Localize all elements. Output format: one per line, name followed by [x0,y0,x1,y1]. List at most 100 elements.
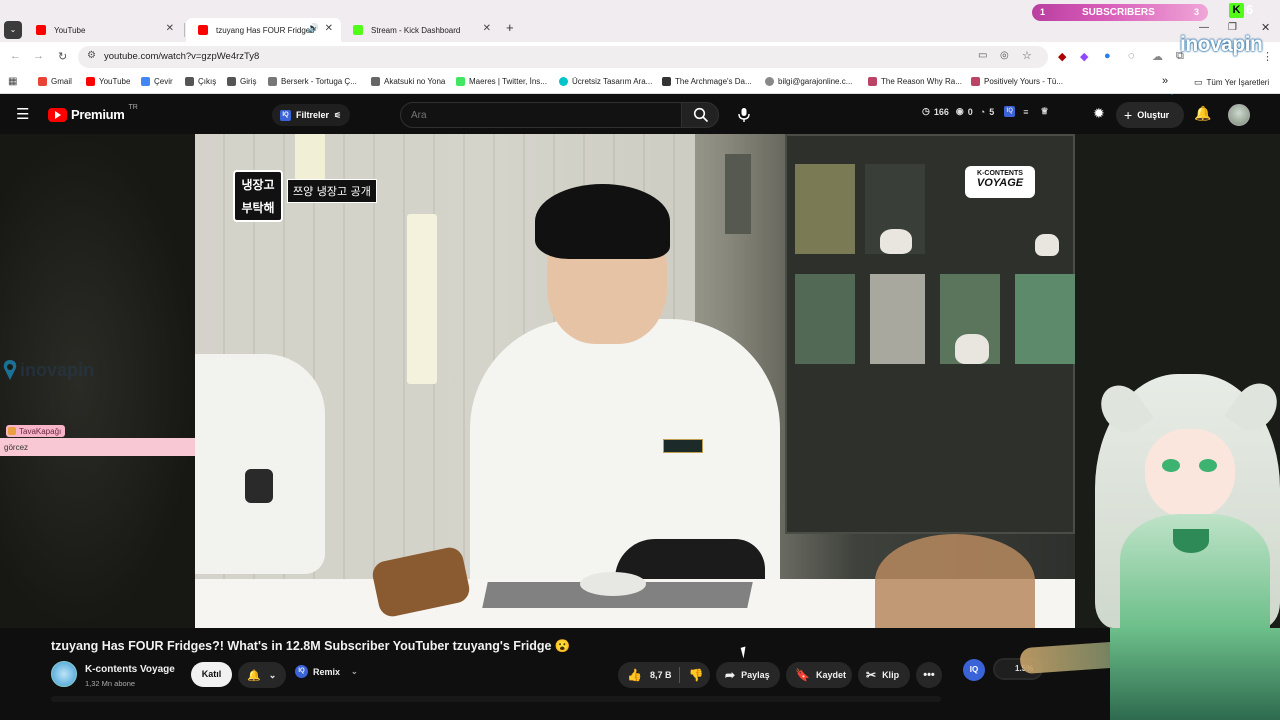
bookmark-label: YouTube [99,77,131,86]
bookmark-icon: 🔖 [795,668,810,682]
menu-icon[interactable]: ⋮ [1262,50,1273,63]
bookmark-reason-why[interactable]: The Reason Why Ra... [868,77,962,86]
gear-icon[interactable]: ✹ [1093,105,1105,122]
list-icon[interactable]: ≡ [1023,107,1028,117]
search-input[interactable] [411,107,671,123]
leaf-icon [371,77,380,86]
avatar[interactable] [1228,104,1250,126]
voice-search-button[interactable] [731,102,757,128]
search-button[interactable] [681,102,719,128]
close-icon[interactable]: ✕ [166,23,174,34]
extension-bulb-icon[interactable]: ◌ [1128,50,1135,62]
bookmark-label: bilgi@garajonline.c... [778,77,853,86]
channel-name[interactable]: K-contents Voyage [85,664,175,675]
window-close-icon[interactable]: ✕ [1261,21,1270,34]
create-button[interactable]: + Oluştur [1116,102,1184,128]
more-actions-button[interactable]: ••• [916,662,942,688]
subscribe-bell-button[interactable]: 🔔 ⌄ [238,662,286,688]
bookmark-maeres[interactable]: Maeres | Twitter, İns... [456,77,547,86]
join-button[interactable]: Katıl [191,662,232,687]
show-logo-line1: 냉장고 [241,178,275,192]
save-button[interactable]: 🔖 Kaydet [786,662,852,688]
books [725,154,751,234]
extension-cloud-icon[interactable]: ☁ [1152,50,1163,63]
clip-button[interactable]: ✂ Klip [858,662,910,688]
speaker-icon[interactable]: 🔊 [308,23,319,34]
tab-youtube[interactable]: YouTube ✕ [24,18,182,42]
notifications-bell-icon[interactable]: 🔔 [1194,105,1211,122]
extension-blue-icon[interactable]: ● [1104,50,1111,62]
bookmark-cevir[interactable]: Çevir [141,77,173,86]
remix-button[interactable]: IQ Remix ⌄ [295,665,358,678]
page-icon [227,77,236,86]
shelf-box [795,274,855,364]
iq-extension-button[interactable]: IQ [963,659,985,681]
bookmark-akatsuki[interactable]: Akatsuki no Yona [371,77,445,86]
video-player[interactable]: 냉장고 부탁해 쯔양 냉장고 공개 K-CONTENTS VOYAGE [195,134,1075,628]
shelf-box [795,164,855,254]
bookmark-positively-yours[interactable]: Positively Yours - Tü... [971,77,1063,86]
bookmarks-overflow[interactable]: » [1162,75,1168,87]
bookmark-giris[interactable]: Giriş [227,77,256,86]
address-bar[interactable]: ⚙ youtube.com/watch?v=gzpWe4rzTy8 ▭ ◎ ☆ [78,46,1048,68]
bookmark-archmage[interactable]: The Archmage's Da... [662,77,752,86]
hamburger-menu-icon[interactable]: ☰ [16,105,29,123]
reload-icon[interactable]: ↻ [58,50,67,63]
youtube-header: ☰ Premium TR IQ Filtreler ⚟ ◷166 ◉0 ◔5 I… [0,96,1280,134]
bookmark-tasarim[interactable]: Ücretsiz Tasarım Ara... [559,77,652,86]
book-icon [662,77,671,86]
inovapin-watermark-text: inovapin [20,359,95,380]
close-icon[interactable]: ✕ [483,23,491,34]
tab-search-button[interactable]: ⌄ [4,21,22,39]
vtuber-necklace [1173,529,1209,553]
filters-button[interactable]: IQ Filtreler ⚟ [272,104,350,126]
bookmark-star-icon[interactable]: ☆ [1022,49,1032,62]
chat-username: TavaKapağı [19,426,62,436]
maximize-icon[interactable]: ❐ [1228,22,1237,33]
like-button[interactable]: 👍 8,7 B [618,668,671,682]
minimize-icon[interactable]: — [1199,22,1209,33]
folder-icon: ▭ [1194,77,1203,87]
share-button[interactable]: ➦ Paylaş [716,662,780,688]
caption-text: 쯔양 냉장고 공개 [293,185,371,198]
blurred-head [875,534,1035,628]
cast-icon[interactable]: ▭ [978,50,987,61]
iq-badge-icon[interactable]: IQ [1004,106,1016,117]
extension-twitch-icon[interactable]: ◆ [1080,50,1088,63]
dislike-button[interactable]: 👍 [680,668,703,682]
subscriber-count: 1,32 Mn abone [85,679,136,688]
vtuber-avatar-face [1145,429,1235,519]
bookmark-gmail[interactable]: Gmail [38,77,72,86]
all-bookmarks-folder[interactable]: ▭ Tüm Yer İşaretleri [1194,77,1269,88]
bowl [580,572,646,596]
translate-icon [141,77,150,86]
person-left-arm [195,354,325,574]
apps-grid-icon[interactable]: ▦ [8,76,17,87]
vtuber-eye-right [1199,459,1217,472]
search-box[interactable] [400,102,682,128]
bookmark-cikis[interactable]: Çıkış [185,77,216,86]
eye-off-icon[interactable]: ◎ [1000,50,1009,61]
chat-message-text: görcez [4,443,29,452]
bookmark-label: Çevir [154,77,173,86]
channel-avatar[interactable] [51,661,77,687]
remix-label: Remix [313,666,341,677]
site-info-icon[interactable]: ⚙ [87,50,96,61]
extension-ublock-icon[interactable]: ◆ [1058,50,1066,63]
bookmark-garajonline[interactable]: bilgi@garajonline.c... [765,77,852,86]
tab-kick-dashboard[interactable]: Stream - Kick Dashboard ✕ [341,18,499,42]
trophy-icon[interactable]: ♕ [1040,106,1048,117]
youtube-logo[interactable]: Premium TR [48,104,138,122]
bookmark-youtube[interactable]: YouTube [86,77,130,86]
globe-icon [765,77,774,86]
close-icon[interactable]: ✕ [325,23,333,34]
tab-current-video[interactable]: tzuyang Has FOUR Fridges?! 🔊 ✕ [186,18,341,42]
back-icon[interactable]: ← [10,50,21,62]
bookmark-label: The Archmage's Da... [675,77,752,86]
new-tab-button[interactable]: + [506,20,514,35]
shelf-box [1015,274,1075,364]
iq-badge-icon: IQ [295,665,308,678]
bookmark-berserk[interactable]: Berserk - Tortuga Ç... [268,77,357,86]
thumbs-down-icon: 👍 [688,668,704,682]
forward-icon[interactable]: → [33,50,44,62]
